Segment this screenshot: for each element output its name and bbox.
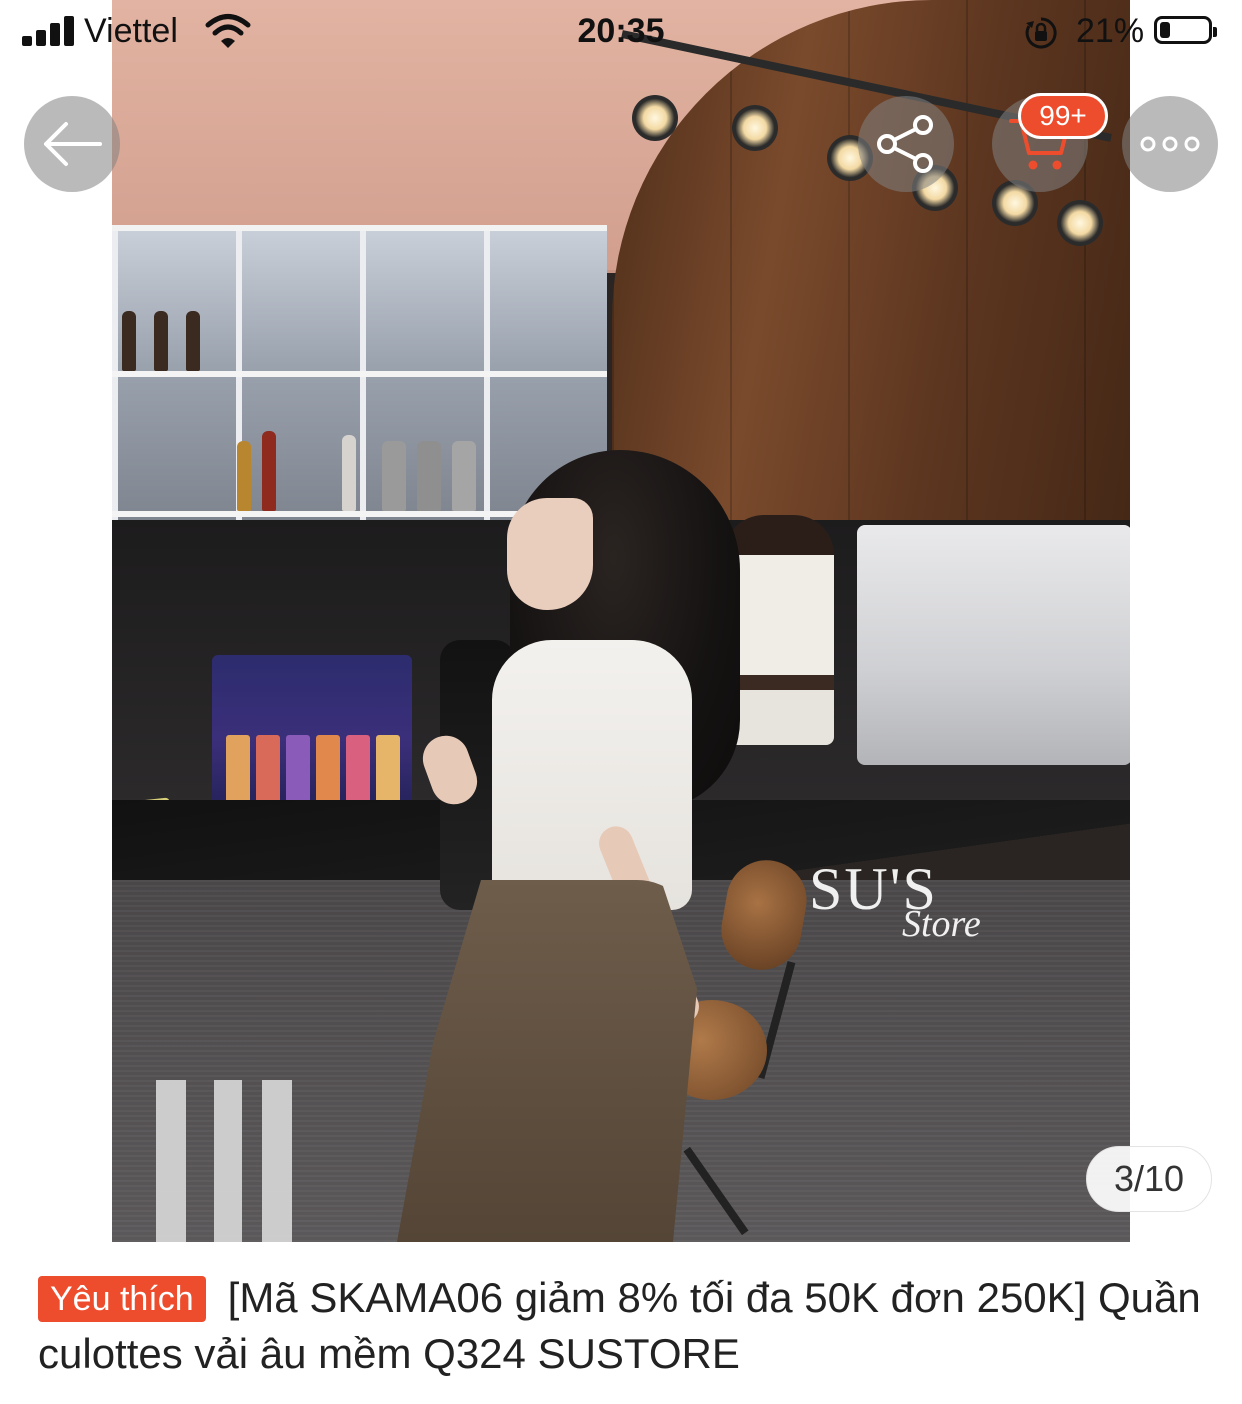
watermark-store-sub: Store	[902, 903, 981, 945]
photo-bottle	[186, 311, 200, 371]
photo-display-box	[286, 735, 310, 805]
favorite-badge: Yêu thích	[38, 1276, 206, 1322]
photo-espresso-machine	[857, 525, 1130, 765]
arrow-left-icon	[44, 122, 102, 166]
cart-count-badge: 99+	[1018, 93, 1108, 139]
photo-barista	[724, 515, 834, 745]
product-title: [Mã SKAMA06 giảm 8% tối đa 50K đơn 250K]…	[38, 1274, 1201, 1377]
photo-display-box	[226, 735, 250, 805]
photo-model-top	[492, 640, 692, 910]
battery-icon	[1154, 16, 1217, 44]
photo-bottle	[382, 441, 406, 511]
photo-bottle	[342, 435, 356, 511]
photo-bottle	[262, 431, 276, 511]
photo-model-face	[507, 498, 593, 610]
photo-display-box	[316, 735, 340, 805]
photo-spotlight	[632, 95, 678, 141]
photo-display-box	[346, 735, 370, 805]
battery-fill	[1160, 22, 1170, 38]
photo-sign-letters	[142, 1080, 312, 1242]
product-photo[interactable]: SU'S Store	[112, 0, 1130, 1242]
share-button[interactable]	[858, 96, 954, 192]
battery-percent: 21%	[1076, 12, 1145, 50]
image-page-counter: 3/10	[1086, 1146, 1212, 1212]
share-icon	[877, 115, 933, 173]
back-button[interactable]	[24, 96, 120, 192]
more-dots-icon	[1140, 136, 1200, 152]
orientation-lock-icon	[1025, 17, 1057, 49]
status-bar: Viettel 20:35 21%	[0, 0, 1242, 66]
photo-display-box	[376, 735, 400, 805]
photo-display-box	[256, 735, 280, 805]
photo-bottle	[452, 441, 476, 511]
photo-bottle	[122, 311, 136, 371]
photo-bottle	[237, 441, 251, 511]
more-options-button[interactable]	[1122, 96, 1218, 192]
photo-bottle	[417, 441, 441, 511]
photo-spotlight	[1057, 200, 1103, 246]
product-title-area: Yêu thích [Mã SKAMA06 giảm 8% tối đa 50K …	[38, 1270, 1218, 1382]
photo-shelves	[112, 225, 607, 531]
photo-bottle	[154, 311, 168, 371]
photo-spotlight	[732, 105, 778, 151]
